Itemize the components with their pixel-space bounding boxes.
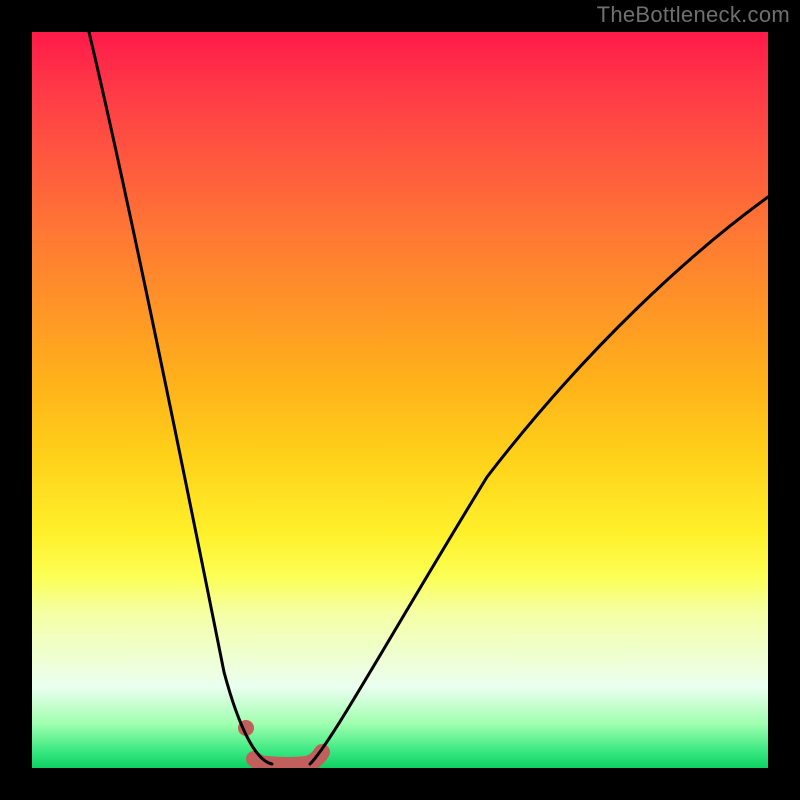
left-curve xyxy=(89,32,272,764)
watermark-text: TheBottleneck.com xyxy=(597,2,790,28)
chart-svg xyxy=(32,32,768,768)
outer-frame: TheBottleneck.com xyxy=(0,0,800,800)
right-curve xyxy=(310,197,768,764)
plot-area xyxy=(32,32,768,768)
